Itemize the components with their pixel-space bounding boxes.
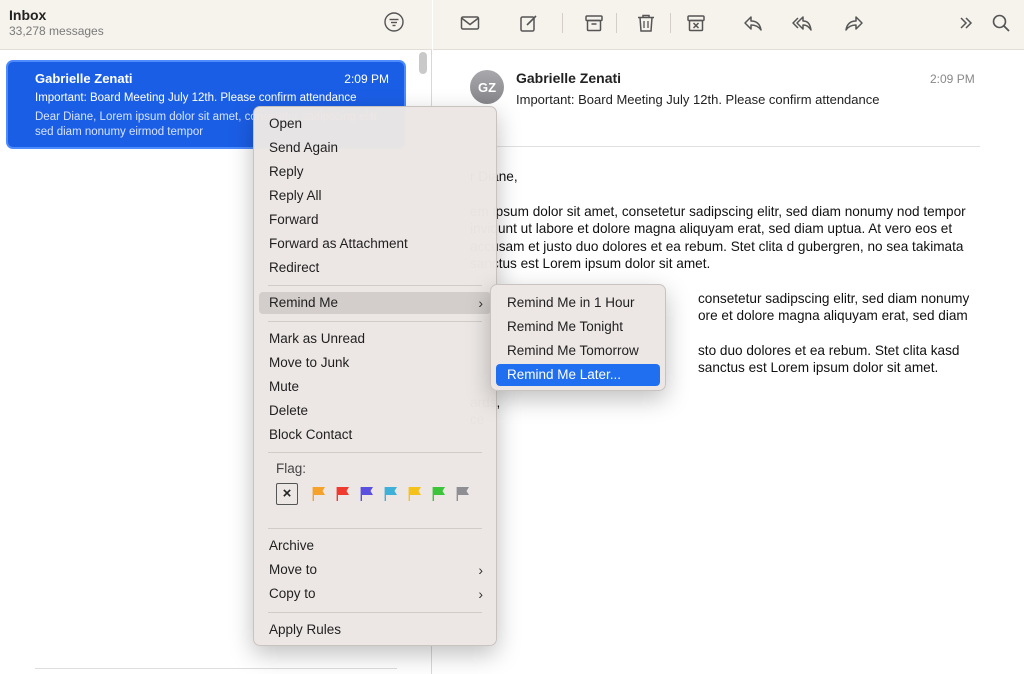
toolbar bbox=[433, 0, 1024, 50]
remind-me-submenu: Remind Me in 1 Hour Remind Me Tonight Re… bbox=[490, 284, 666, 391]
menu-separator bbox=[268, 321, 482, 322]
chevron-right-icon: › bbox=[478, 586, 483, 602]
toolbar-separator bbox=[670, 13, 671, 33]
filter-icon[interactable] bbox=[383, 11, 405, 33]
flag-purple-icon[interactable] bbox=[358, 486, 376, 502]
body-paragraph: em ipsum dolor sit amet, consetetur sadi… bbox=[470, 203, 966, 272]
toolbar-separator bbox=[562, 13, 563, 33]
message-time: 2:09 PM bbox=[344, 72, 389, 86]
reply-all-icon[interactable] bbox=[789, 11, 815, 35]
reader-time: 2:09 PM bbox=[930, 72, 975, 86]
submenu-item-remind-tomorrow[interactable]: Remind Me Tomorrow bbox=[496, 340, 660, 362]
menu-item-open[interactable]: Open bbox=[259, 113, 491, 135]
trash-icon[interactable] bbox=[633, 11, 659, 35]
flag-gray-icon[interactable] bbox=[454, 486, 472, 502]
avatar: GZ bbox=[470, 70, 504, 104]
body-signature: ce bbox=[470, 411, 990, 429]
submenu-item-remind-tonight[interactable]: Remind Me Tonight bbox=[496, 316, 660, 338]
menu-item-apply-rules[interactable]: Apply Rules bbox=[259, 619, 491, 641]
submenu-item-remind-later[interactable]: Remind Me Later... bbox=[496, 364, 660, 386]
flag-red-icon[interactable] bbox=[334, 486, 352, 502]
list-scrollbar[interactable] bbox=[419, 52, 427, 74]
menu-item-block-contact[interactable]: Block Contact bbox=[259, 424, 491, 446]
menu-separator bbox=[268, 452, 482, 453]
more-chevron-icon[interactable] bbox=[953, 11, 979, 35]
flag-blue-icon[interactable] bbox=[382, 486, 400, 502]
menu-separator bbox=[268, 285, 482, 286]
message-sender: Gabrielle Zenati bbox=[35, 71, 133, 86]
reader-sender: Gabrielle Zenati bbox=[516, 70, 622, 86]
menu-item-remind-me[interactable]: Remind Me › bbox=[259, 292, 491, 314]
junk-icon[interactable] bbox=[683, 11, 709, 35]
archive-icon[interactable] bbox=[581, 11, 607, 35]
menu-item-label: Remind Me bbox=[269, 295, 339, 310]
menu-item-send-again[interactable]: Send Again bbox=[259, 137, 491, 159]
menu-separator bbox=[268, 612, 482, 613]
menu-item-label: Move to bbox=[269, 562, 318, 577]
chevron-right-icon: › bbox=[478, 562, 483, 578]
menu-item-mute[interactable]: Mute bbox=[259, 376, 491, 398]
flag-yellow-icon[interactable] bbox=[406, 486, 424, 502]
message-subject: Important: Board Meeting July 12th. Plea… bbox=[35, 92, 357, 104]
menu-item-archive[interactable]: Archive bbox=[259, 535, 491, 557]
list-header: Inbox 33,278 messages bbox=[0, 0, 432, 50]
submenu-item-remind-1-hour[interactable]: Remind Me in 1 Hour bbox=[496, 292, 660, 314]
menu-item-label: Copy to bbox=[269, 586, 316, 601]
body-greeting: r Diane, bbox=[470, 169, 518, 184]
toolbar-separator bbox=[616, 13, 617, 33]
menu-item-move-to-junk[interactable]: Move to Junk bbox=[259, 352, 491, 374]
menu-item-forward-as-attachment[interactable]: Forward as Attachment bbox=[259, 233, 491, 255]
list-divider bbox=[35, 668, 397, 669]
menu-item-forward[interactable]: Forward bbox=[259, 209, 491, 231]
menu-item-copy-to[interactable]: Copy to › bbox=[259, 583, 491, 605]
flag-orange-icon[interactable] bbox=[310, 486, 328, 502]
body-closing: ards, bbox=[470, 394, 990, 412]
flag-clear-button[interactable]: × bbox=[276, 483, 298, 505]
header-divider bbox=[470, 146, 980, 147]
forward-icon[interactable] bbox=[841, 11, 867, 35]
menu-item-reply-all[interactable]: Reply All bbox=[259, 185, 491, 207]
mailbox-title: Inbox bbox=[9, 7, 47, 23]
menu-separator bbox=[268, 528, 482, 529]
flag-green-icon[interactable] bbox=[430, 486, 448, 502]
message-count: 33,278 messages bbox=[9, 24, 104, 38]
reader-subject: Important: Board Meeting July 12th. Plea… bbox=[516, 92, 880, 107]
menu-item-move-to[interactable]: Move to › bbox=[259, 559, 491, 581]
new-message-icon[interactable] bbox=[516, 11, 542, 35]
chevron-right-icon: › bbox=[478, 295, 483, 311]
menu-item-redirect[interactable]: Redirect bbox=[259, 257, 491, 279]
reply-icon[interactable] bbox=[740, 11, 766, 35]
context-menu: Open Send Again Reply Reply All Forward … bbox=[253, 106, 497, 646]
menu-item-reply[interactable]: Reply bbox=[259, 161, 491, 183]
search-icon[interactable] bbox=[988, 11, 1014, 35]
flag-label: Flag: bbox=[276, 461, 307, 476]
menu-item-mark-unread[interactable]: Mark as Unread bbox=[259, 328, 491, 350]
compose-envelope-icon[interactable] bbox=[457, 11, 483, 35]
menu-item-delete[interactable]: Delete bbox=[259, 400, 491, 422]
